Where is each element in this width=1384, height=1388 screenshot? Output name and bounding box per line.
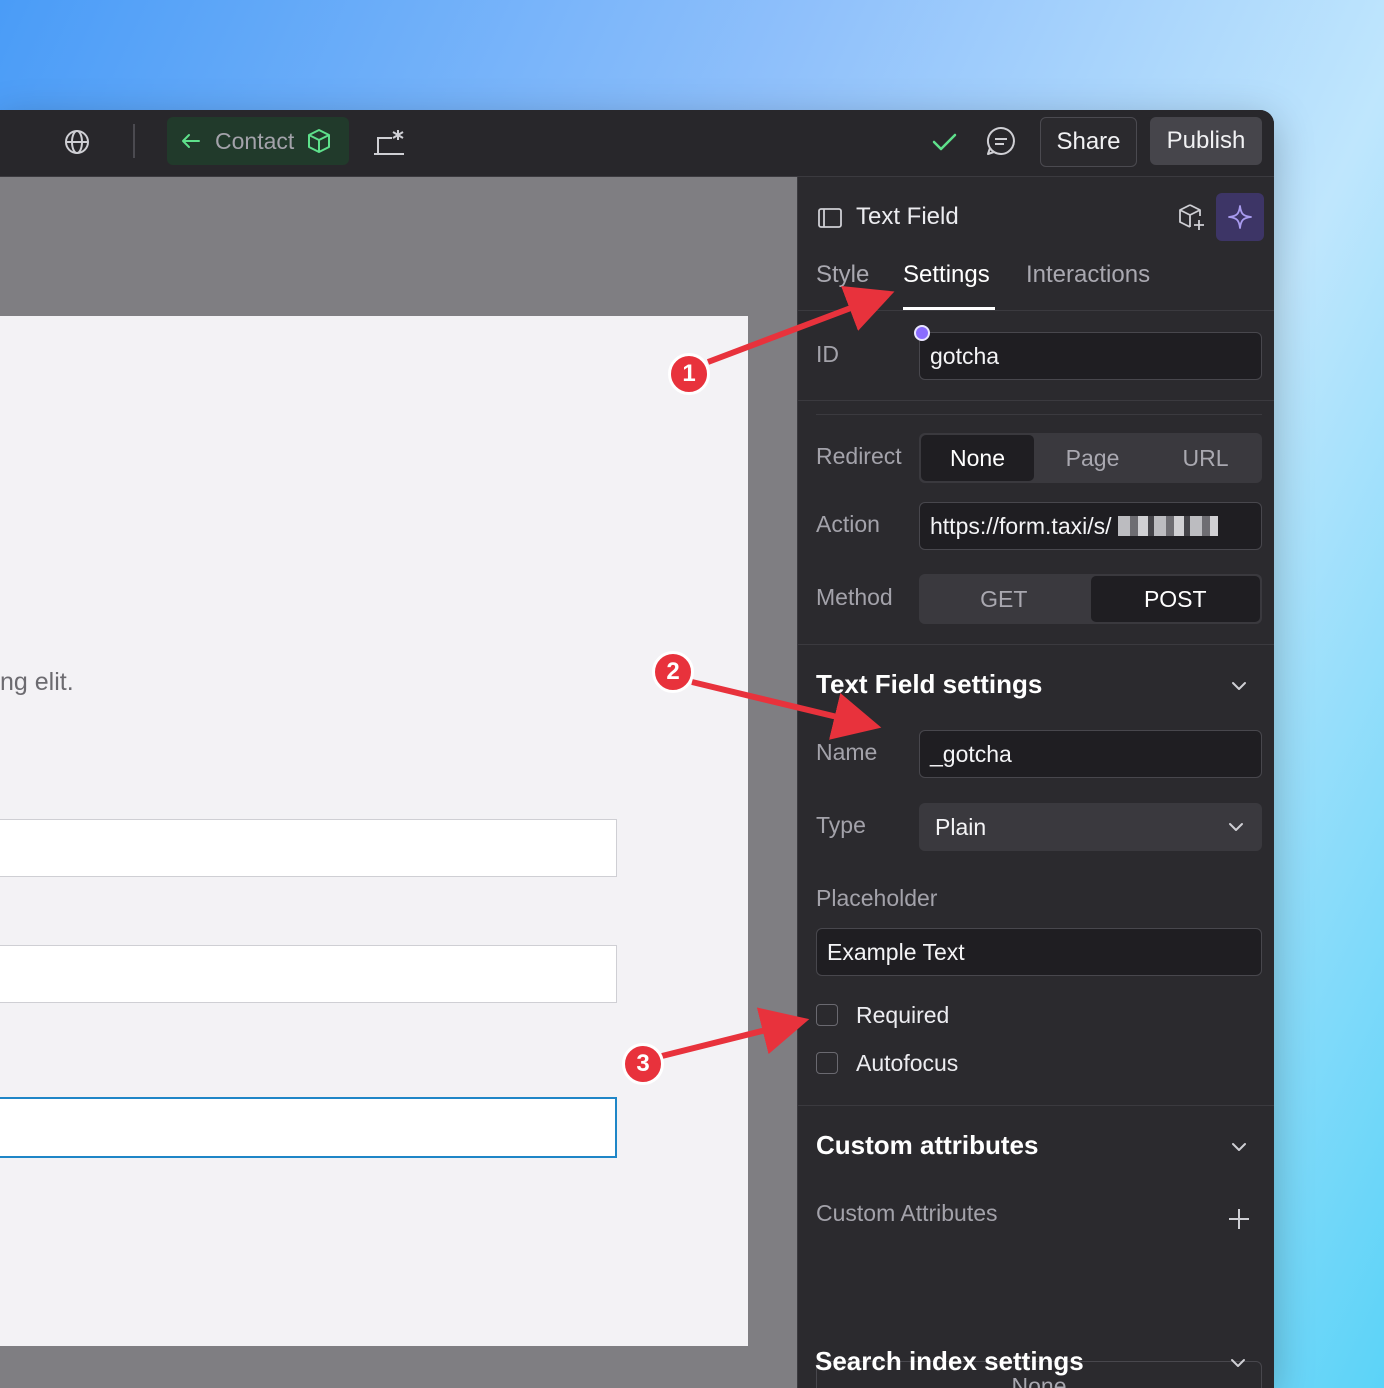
share-button[interactable]: Share (1040, 117, 1137, 167)
type-label: Type (816, 812, 866, 838)
arrow-left-icon (182, 134, 200, 148)
required-checkbox[interactable] (816, 1004, 838, 1026)
redirect-option-url[interactable]: URL (1149, 433, 1262, 483)
tab-style[interactable]: Style (816, 261, 869, 289)
section-divider (798, 400, 1274, 401)
search-index-settings-header[interactable]: Search index settings (815, 1346, 1084, 1377)
form-input-preview-selected[interactable] (0, 1097, 617, 1158)
action-url-field[interactable]: https://form.taxi/s/ (919, 502, 1262, 550)
id-label: ID (816, 341, 839, 367)
autofocus-label[interactable]: Autofocus (856, 1050, 958, 1077)
section-divider (798, 1105, 1274, 1106)
app-window: Contact Share Publish ng elit. Text Fiel… (0, 110, 1274, 1388)
saved-check-icon (932, 133, 957, 151)
custom-attributes-label: Custom Attributes (816, 1200, 998, 1226)
redirect-segmented-control: None Page URL (919, 433, 1262, 483)
type-select-value: Plain (935, 813, 987, 840)
annotation-badge-2: 2 (652, 651, 694, 693)
tabs-divider (798, 310, 1274, 311)
publish-button[interactable]: Publish (1150, 117, 1262, 165)
redacted-text (1117, 516, 1218, 536)
action-url-text: https://form.taxi/s/ (930, 512, 1112, 539)
page-selector[interactable]: Contact (167, 117, 349, 165)
name-field[interactable]: _gotcha (919, 730, 1262, 778)
sparkle-icon (1228, 205, 1252, 229)
form-input-preview[interactable] (0, 945, 617, 1003)
required-label[interactable]: Required (856, 1002, 949, 1029)
section-divider (798, 644, 1274, 645)
placeholder-label: Placeholder (816, 885, 938, 911)
redirect-label: Redirect (816, 443, 902, 469)
method-label: Method (816, 584, 893, 610)
top-toolbar: Contact Share Publish (0, 110, 1274, 177)
tab-settings[interactable]: Settings (903, 261, 990, 289)
page-preview[interactable]: ng elit. (0, 316, 748, 1346)
action-label: Action (816, 511, 880, 537)
tab-interactions[interactable]: Interactions (1026, 261, 1150, 289)
method-option-post[interactable]: POST (1090, 576, 1260, 622)
element-title: Text Field (856, 203, 959, 230)
placeholder-field[interactable]: Example Text (816, 928, 1262, 976)
method-segmented-control: GET POST (919, 574, 1262, 624)
comment-icon[interactable] (984, 124, 1018, 158)
form-input-preview[interactable] (0, 819, 617, 877)
annotation-badge-3: 3 (622, 1043, 664, 1085)
id-field[interactable]: gotcha (919, 332, 1262, 380)
modified-indicator (914, 325, 930, 341)
chevron-down-icon (1229, 823, 1243, 831)
ai-assistant-button[interactable] (1216, 193, 1264, 241)
page-selector-label: Contact (215, 127, 295, 154)
text-field-settings-header[interactable]: Text Field settings (816, 669, 1042, 700)
component-cube-icon (308, 129, 331, 153)
toolbar-divider (133, 124, 135, 158)
globe-icon[interactable] (62, 127, 92, 157)
autofocus-checkbox[interactable] (816, 1052, 838, 1074)
page-paragraph: ng elit. (0, 668, 74, 696)
section-divider (816, 414, 1262, 415)
settings-panel: Text Field Style Settings Interactions I… (797, 177, 1274, 1388)
create-component-icon[interactable] (1176, 202, 1206, 232)
custom-attributes-header[interactable]: Custom attributes (816, 1130, 1038, 1161)
edit-mode-icon[interactable] (370, 124, 408, 158)
name-label: Name (816, 739, 878, 765)
chevron-down-icon[interactable] (1229, 679, 1249, 693)
text-field-icon (818, 208, 842, 228)
type-select[interactable]: Plain (919, 803, 1262, 851)
add-icon[interactable] (1227, 1207, 1251, 1231)
chevron-down-icon[interactable] (1228, 1356, 1248, 1370)
redirect-option-none[interactable]: None (921, 435, 1034, 481)
method-option-get[interactable]: GET (919, 574, 1089, 624)
annotation-badge-1: 1 (668, 353, 710, 395)
redirect-option-page[interactable]: Page (1036, 433, 1149, 483)
chevron-down-icon[interactable] (1229, 1140, 1249, 1154)
